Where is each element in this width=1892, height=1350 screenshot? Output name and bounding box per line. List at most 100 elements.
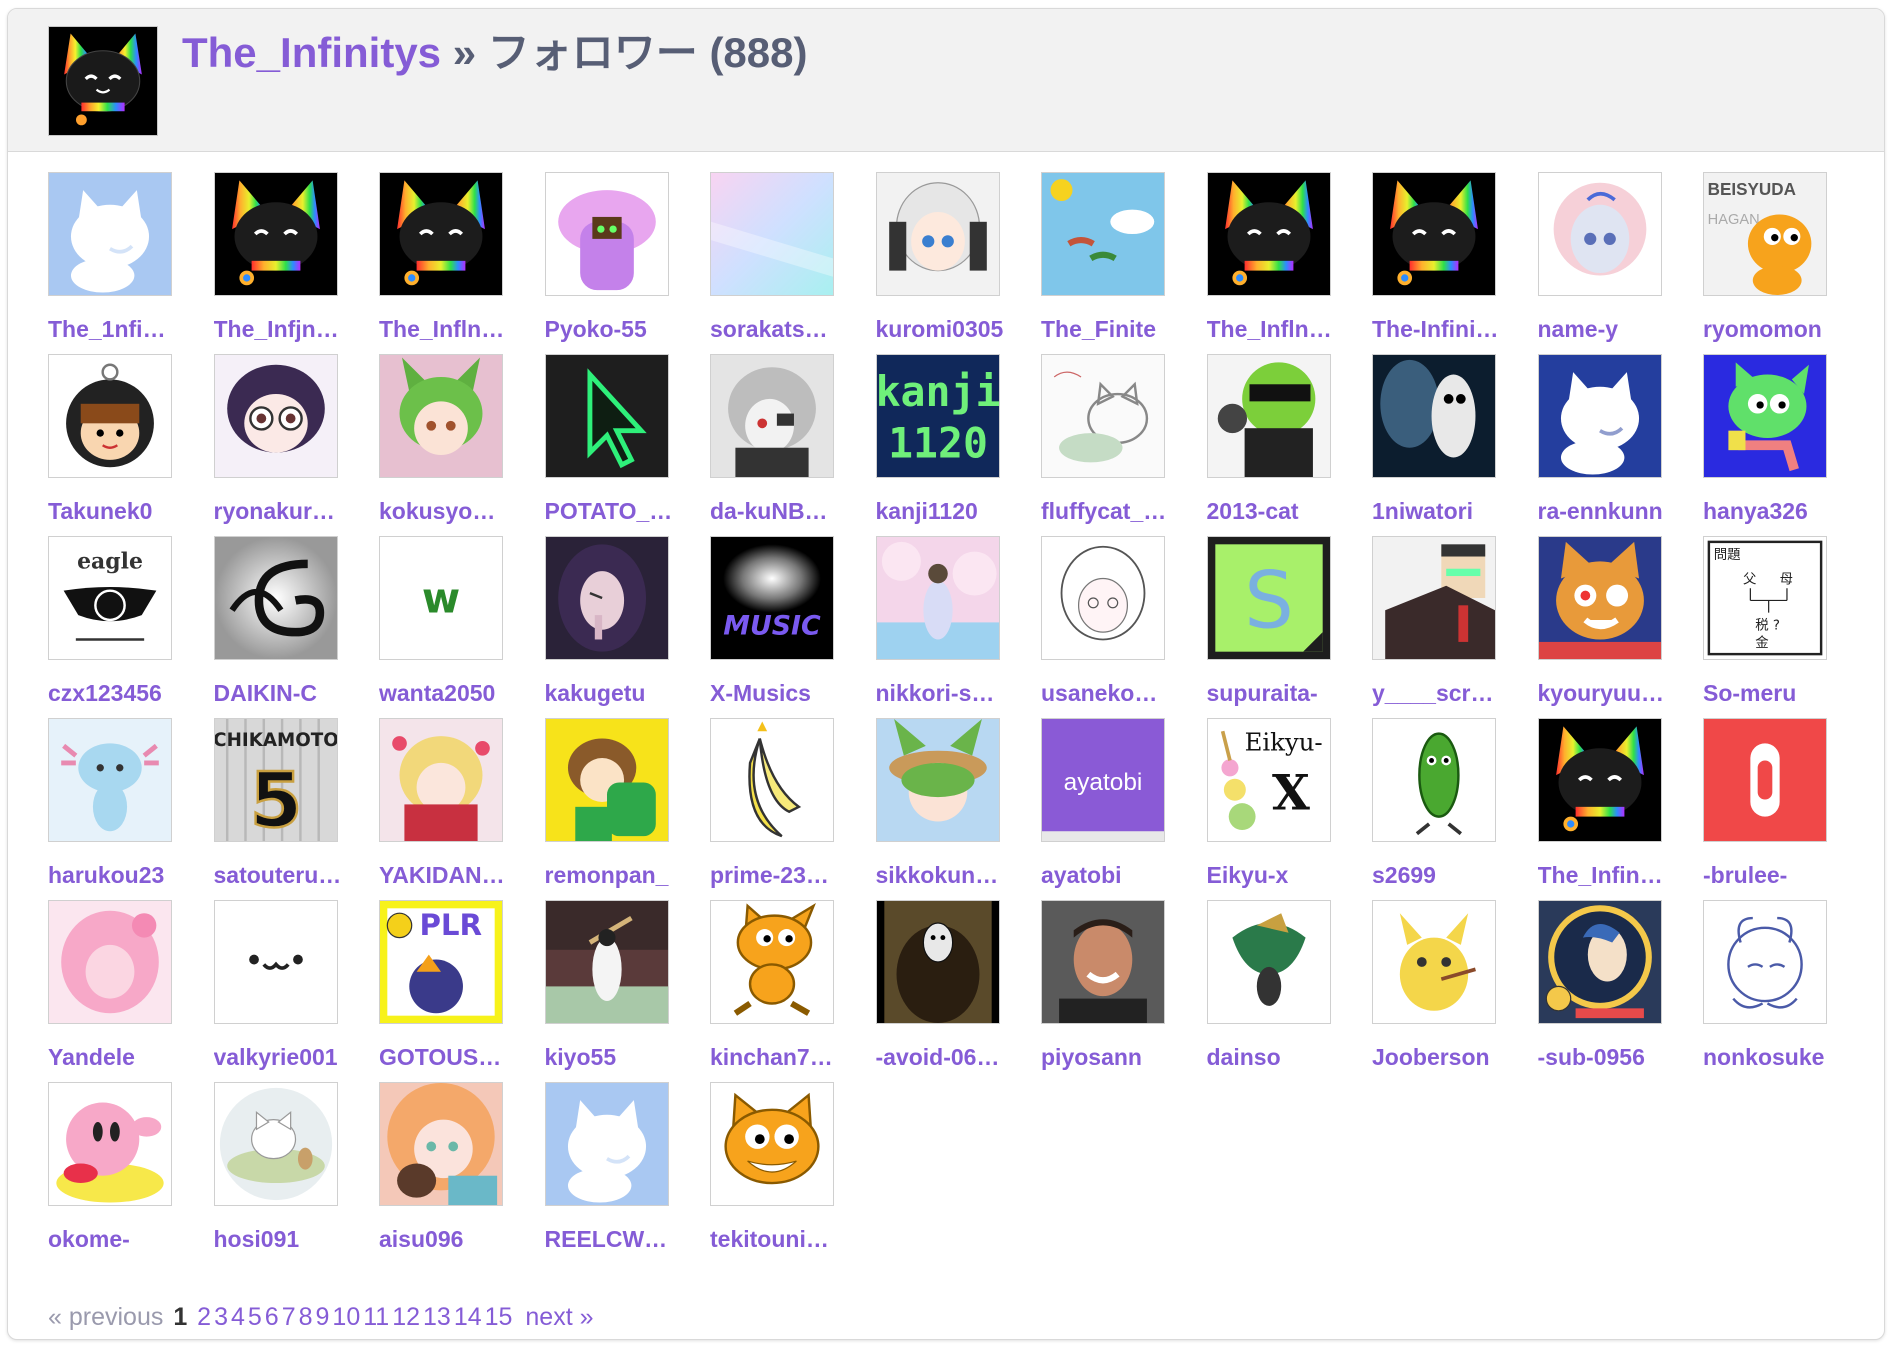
follower-avatar[interactable] [1372,354,1496,478]
follower-username[interactable]: ryonakur… [214,498,354,525]
follower-username[interactable]: ayatobi [1041,862,1181,889]
follower-item[interactable]: w wanta2050 [379,536,544,718]
follower-item[interactable]: ra-ennkunn [1537,354,1703,536]
follower-item[interactable]: POTATO_… [544,354,710,536]
follower-avatar[interactable] [544,536,669,660]
follower-item[interactable]: aisu096 [379,1082,544,1264]
follower-item[interactable]: The_Finite [1041,172,1206,354]
follower-username[interactable]: y____scr… [1372,680,1512,707]
page-link[interactable]: 4 [231,1303,245,1331]
follower-avatar[interactable] [1372,900,1496,1024]
page-link[interactable]: 2 [197,1303,211,1331]
follower-username[interactable]: supuraita- [1207,680,1347,707]
follower-avatar[interactable] [1537,536,1662,660]
follower-avatar[interactable] [875,900,1000,1024]
follower-username[interactable]: usaneko… [1041,680,1181,707]
follower-avatar[interactable] [1041,354,1165,478]
follower-avatar[interactable] [1703,900,1827,1024]
follower-username[interactable]: The_1nfi… [48,316,188,343]
follower-item[interactable]: Ssupuraita- [1206,536,1372,718]
follower-username[interactable]: hosi091 [214,1226,354,1253]
follower-username[interactable]: Pyoko-55 [545,316,685,343]
follower-item[interactable]: valkyrie001 [213,900,379,1082]
follower-avatar[interactable] [710,900,834,1024]
follower-avatar[interactable] [544,172,669,296]
follower-avatar[interactable] [1703,354,1827,478]
page-link[interactable]: 13 [423,1303,451,1331]
follower-avatar[interactable] [1041,172,1165,296]
follower-item[interactable]: YAKIDAN… [379,718,544,900]
follower-username[interactable]: sorakats… [710,316,850,343]
follower-avatar[interactable]: CHIKAMOTO 5 [213,718,338,842]
follower-item[interactable]: BEISYUDA HAGAN ryomomon [1703,172,1868,354]
owner-link[interactable]: The_Infinitys [182,29,441,76]
follower-username[interactable]: -avoid-06… [876,1044,1016,1071]
follower-item[interactable]: The_Infln… [379,172,544,354]
follower-item[interactable]: kuromi0305 [875,172,1041,354]
follower-item[interactable]: The-Infini… [1372,172,1537,354]
follower-item[interactable]: 問題父 母税 ? 金 So-meru [1703,536,1868,718]
follower-username[interactable]: da-kuNB… [710,498,850,525]
follower-avatar[interactable] [1372,536,1496,660]
follower-avatar[interactable] [213,354,338,478]
follower-item[interactable]: tekitouni… [710,1082,875,1264]
page-link[interactable]: 12 [392,1303,420,1331]
follower-item[interactable]: s2699 [1372,718,1537,900]
follower-username[interactable]: The-Infini… [1372,316,1512,343]
owner-avatar[interactable] [48,26,158,136]
follower-avatar[interactable] [544,354,669,478]
follower-item[interactable]: The_1nfi… [48,172,213,354]
follower-username[interactable]: ra-ennkunn [1538,498,1678,525]
follower-username[interactable]: kakugetu [545,680,685,707]
follower-avatar[interactable] [1537,900,1662,1024]
follower-item[interactable]: okome- [48,1082,213,1264]
follower-item[interactable]: Yandele [48,900,213,1082]
follower-username[interactable]: kuromi0305 [876,316,1016,343]
follower-item[interactable]: kyouryuu… [1537,536,1703,718]
follower-username[interactable]: prime-23… [710,862,850,889]
follower-item[interactable]: kinchan7… [710,900,875,1082]
page-link[interactable]: 15 [485,1303,513,1331]
follower-item[interactable]: The_Infln… [1206,172,1372,354]
follower-item[interactable]: dainso [1206,900,1372,1082]
follower-item[interactable]: eagle czx123456 [48,536,213,718]
follower-avatar[interactable] [710,354,834,478]
follower-item[interactable]: CHIKAMOTO 5 satouteru… [213,718,379,900]
follower-username[interactable]: The_Infln… [379,316,519,343]
follower-item[interactable]: Eikyu- X Eikyu-x [1206,718,1372,900]
follower-avatar[interactable]: MUSIC [710,536,834,660]
follower-username[interactable]: Eikyu-x [1207,862,1347,889]
follower-item[interactable]: 1niwatori [1372,354,1537,536]
follower-username[interactable]: sikkokun… [876,862,1016,889]
follower-item[interactable]: PLR GOTOUS… [379,900,544,1082]
follower-avatar[interactable]: BEISYUDA HAGAN [1703,172,1827,296]
follower-avatar[interactable]: kanji 1120 [875,354,1000,478]
follower-avatar[interactable] [1041,536,1165,660]
follower-username[interactable]: wanta2050 [379,680,519,707]
follower-avatar[interactable]: S [1206,536,1331,660]
follower-avatar[interactable] [710,172,834,296]
follower-item[interactable]: da-kuNB… [710,354,875,536]
follower-item[interactable]: DAIKIN-C [213,536,379,718]
follower-item[interactable]: hosi091 [213,1082,379,1264]
page-link[interactable]: 6 [265,1303,279,1331]
follower-avatar[interactable] [1372,172,1496,296]
follower-avatar[interactable] [544,1082,669,1206]
follower-item[interactable]: name-y [1537,172,1703,354]
follower-avatar[interactable] [544,718,669,842]
follower-item[interactable]: 2013-cat [1206,354,1372,536]
follower-avatar[interactable] [544,900,669,1024]
follower-username[interactable]: name-y [1538,316,1678,343]
follower-username[interactable]: -brulee- [1703,862,1843,889]
follower-avatar[interactable] [213,172,338,296]
follower-avatar[interactable] [213,536,338,660]
follower-avatar[interactable] [1537,354,1662,478]
follower-username[interactable]: harukou23 [48,862,188,889]
follower-item[interactable]: prime-23… [710,718,875,900]
follower-item[interactable]: y____scr… [1372,536,1537,718]
follower-avatar[interactable] [213,1082,338,1206]
follower-username[interactable]: satouteru… [214,862,354,889]
follower-item[interactable]: harukou23 [48,718,213,900]
follower-item[interactable]: remonpan_ [544,718,710,900]
follower-avatar[interactable] [48,900,172,1024]
